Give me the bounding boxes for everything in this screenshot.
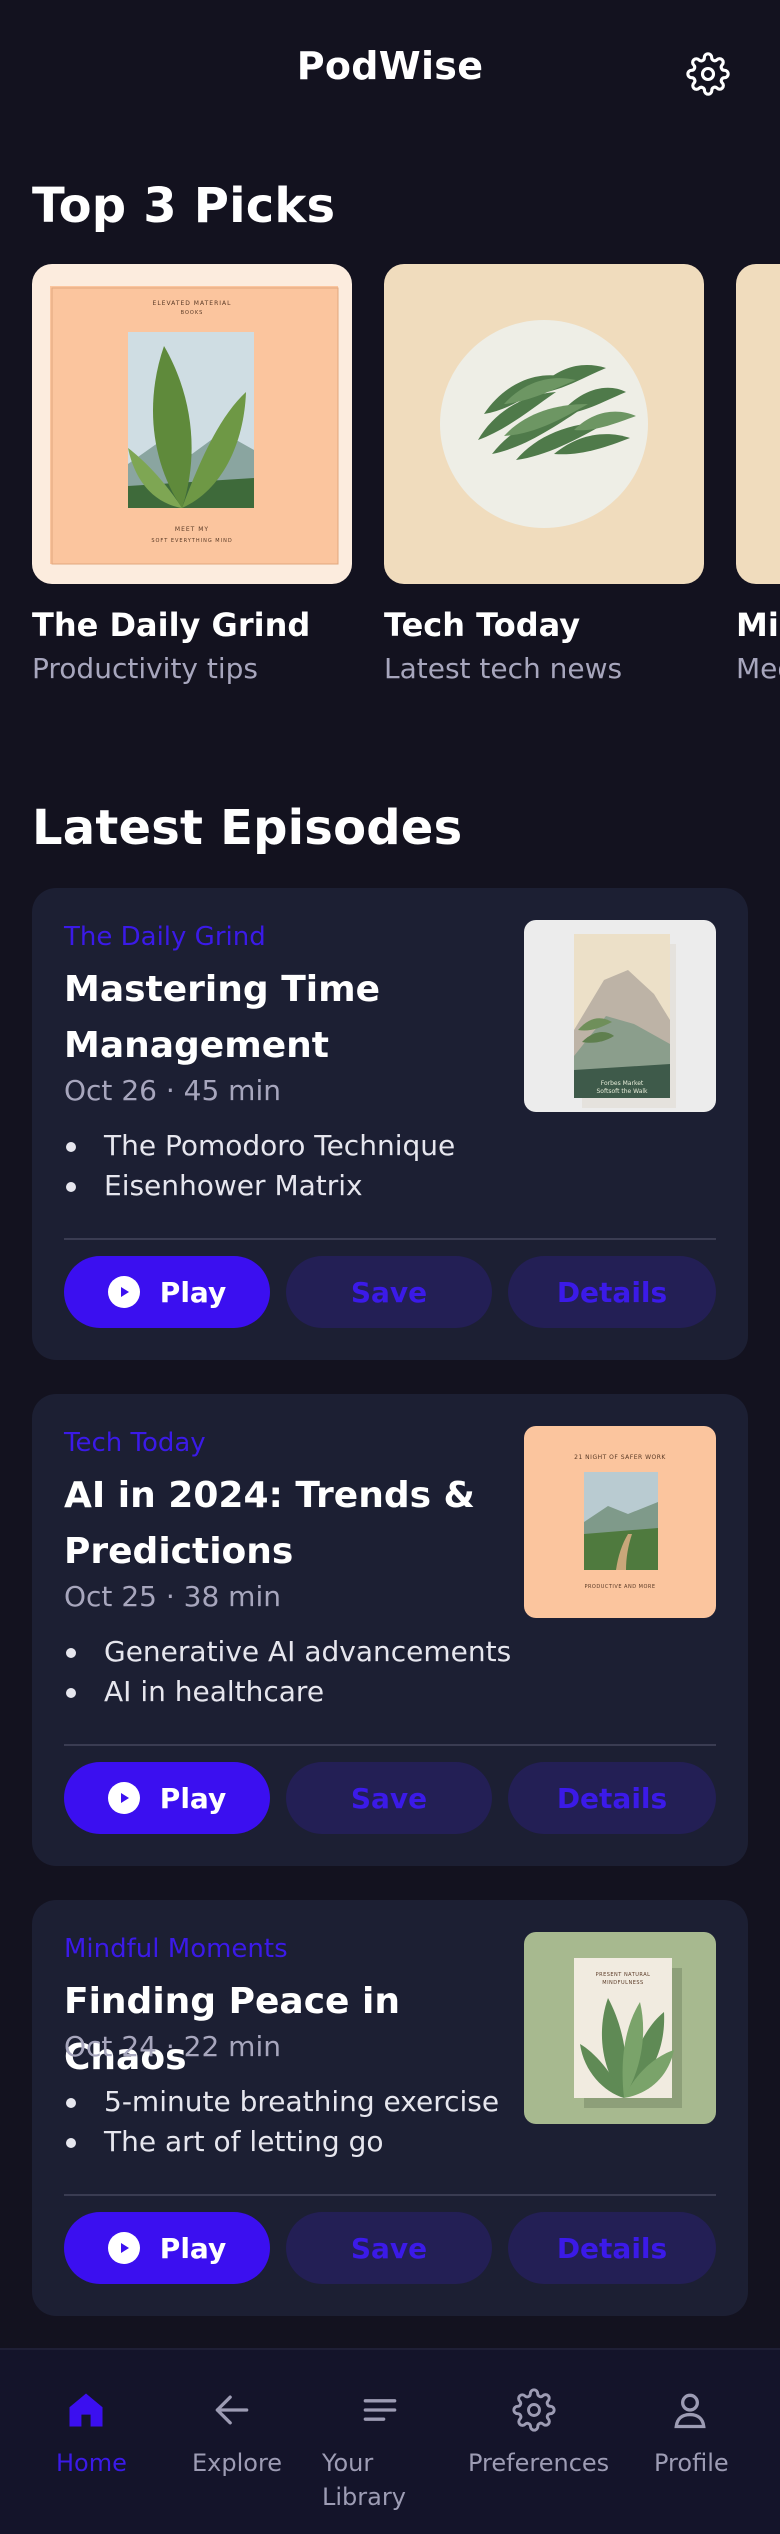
nav-label: Explore [192,2449,283,2477]
play-label: Play [159,2231,227,2265]
divider [64,1238,716,1240]
gear-icon [512,2388,556,2432]
person-icon [674,2393,706,2429]
topic-item: The art of letting go [64,2122,499,2162]
pick-subtitle: Productivity tips [32,652,259,685]
episode-card[interactable]: Tech Today AI in 2024: Trends & Predicti… [32,1394,748,1866]
episode-topics: Generative AI advancements AI in healthc… [64,1632,511,1712]
play-icon [107,1276,140,1308]
episode-title[interactable]: Mastering Time Management [64,962,484,1074]
pick-cover [384,264,704,584]
topic-item: Eisenhower Matrix [64,1166,455,1206]
episode-thumbnail: 21 NIGHT OF SAFER WORK PRODUCTIVE AND MO… [524,1426,716,1618]
pick-card[interactable]: ELEVATED MATERIAL BOOKS MEET MY SOFT EVE… [32,264,352,685]
pick-card[interactable]: Mindful Moments Meditation [736,264,780,685]
episode-meta: Oct 25 · 38 min [64,1580,281,1613]
nav-item-profile[interactable]: Profile [654,2384,729,2480]
cover-top-text: ELEVATED MATERIAL [152,300,232,307]
episode-thumbnail: PRESENT NATURAL MINDFULNESS [524,1932,716,2124]
topic-item: Generative AI advancements [64,1632,511,1672]
nav-item-library[interactable]: Your Library [322,2384,412,2514]
pick-cover [736,264,780,584]
episode-card[interactable]: Mindful Moments Finding Peace in Chaos O… [32,1900,748,2316]
home-icon [69,2393,103,2427]
topic-item: 5-minute breathing exercise [64,2082,499,2122]
episode-meta: Oct 26 · 45 min [64,1074,281,1107]
nav-label: Home [56,2449,127,2477]
thumb-text: 21 NIGHT OF SAFER WORK [574,1454,666,1461]
cover-top-sub: BOOKS [180,310,204,316]
save-button[interactable]: Save [286,1762,492,1834]
cover-bottom-text: MEET MY [174,526,210,533]
header: PodWise [0,0,780,140]
divider [64,2194,716,2196]
episode-meta: Oct 24 · 22 min [64,2030,281,2063]
details-button[interactable]: Details [508,1762,716,1834]
nav-item-preferences[interactable]: Preferences [468,2384,609,2480]
pick-title: Tech Today [384,606,581,644]
thumb-text: Softsoft the Walk [596,1088,648,1095]
episode-title[interactable]: AI in 2024: Trends & Predictions [64,1468,484,1580]
arrow-left-icon [215,2395,249,2425]
nav-item-home[interactable]: Home [56,2384,127,2480]
episode-card[interactable]: The Daily Grind Mastering Time Managemen… [32,888,748,1360]
pick-card[interactable]: Tech Today Latest tech news [384,264,704,685]
library-icon [363,2399,397,2421]
latest-episodes-heading: Latest Episodes [32,800,463,856]
save-button[interactable]: Save [286,2212,492,2284]
episode-thumbnail: Forbes Market Softsoft the Walk [524,920,716,1112]
save-button[interactable]: Save [286,1256,492,1328]
thumb-text: PRODUCTIVE AND MORE [584,1584,656,1590]
gear-icon [686,52,730,96]
cover-art [440,320,648,528]
episode-topics: 5-minute breathing exercise The art of l… [64,2082,499,2162]
nav-label: Preferences [468,2449,610,2477]
details-button[interactable]: Details [508,1256,716,1328]
pick-cover: ELEVATED MATERIAL BOOKS MEET MY SOFT EVE… [32,264,352,584]
play-button[interactable]: Play [64,1256,270,1328]
play-button[interactable]: Play [64,1762,270,1834]
pick-title: Mindful Moments [736,606,780,644]
thumbnail-art [574,1958,682,2108]
play-icon [107,2232,140,2264]
thumb-text: PRESENT NATURAL [595,1972,651,1978]
divider [64,1744,716,1746]
nav-item-explore[interactable]: Explore [192,2384,282,2480]
details-button[interactable]: Details [508,2212,716,2284]
episode-show[interactable]: Tech Today [64,1428,206,1458]
pick-subtitle: Latest tech news [384,652,623,685]
play-label: Play [159,1781,227,1815]
app-title: PodWise [296,44,484,88]
pick-title: The Daily Grind [32,606,311,644]
nav-label: Your Library [322,2449,406,2511]
play-button[interactable]: Play [64,2212,270,2284]
cover-bottom-sub: SOFT EVERYTHING MIND [151,538,233,544]
thumb-text: Forbes Market [600,1080,644,1087]
top-picks-carousel[interactable]: ELEVATED MATERIAL BOOKS MEET MY SOFT EVE… [32,264,780,704]
top-picks-heading: Top 3 Picks [32,178,336,234]
nav-label: Profile [654,2449,729,2477]
play-label: Play [159,1275,227,1309]
episode-topics: The Pomodoro Technique Eisenhower Matrix [64,1126,455,1206]
topic-item: The Pomodoro Technique [64,1126,455,1166]
thumb-text: MINDFULNESS [602,1980,644,1986]
bottom-navigation: Home Explore Your Library Preferences Pr… [0,2348,780,2534]
settings-button[interactable] [682,48,734,100]
episode-show[interactable]: Mindful Moments [64,1934,288,1964]
pick-subtitle: Meditation [736,652,780,685]
app-screen: PodWise Top 3 Picks ELEVATED MATERIAL BO… [0,0,780,2534]
play-icon [107,1782,140,1814]
topic-item: AI in healthcare [64,1672,511,1712]
episode-show[interactable]: The Daily Grind [64,922,266,952]
